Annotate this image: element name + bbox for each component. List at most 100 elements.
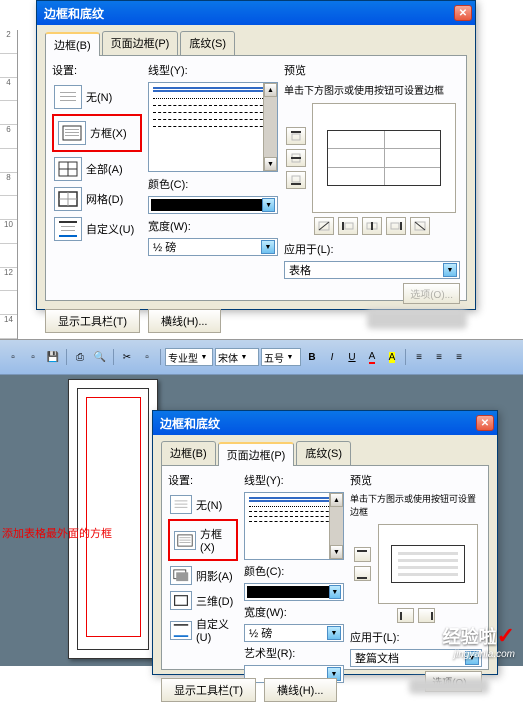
show-toolbar-button[interactable]: 显示工具栏(T)	[45, 309, 140, 333]
vertical-ruler: 24 68 1012 14	[0, 30, 18, 339]
font-color-button[interactable]: A	[363, 348, 381, 366]
combo-dropdown-icon[interactable]: ▼	[443, 263, 457, 277]
tab-page-borders[interactable]: 页面边框(P)	[102, 31, 179, 55]
color-swatch	[247, 586, 329, 598]
combo-dropdown-icon[interactable]: ▼	[262, 198, 275, 212]
border-top-button[interactable]	[286, 127, 306, 145]
horizontal-line-button[interactable]: 横线(H)...	[264, 678, 336, 702]
color-combo[interactable]: ▼	[244, 583, 344, 601]
preview-diagram[interactable]	[312, 103, 456, 213]
color-label: 颜色(C):	[244, 563, 344, 579]
scrollbar[interactable]: ▲ ▼	[263, 83, 277, 171]
linetype-listbox[interactable]: ▲ ▼	[244, 492, 344, 560]
horizontal-line-button[interactable]: 横线(H)...	[148, 309, 220, 333]
tab-shading[interactable]: 底纹(S)	[296, 441, 351, 465]
tb-print-icon[interactable]: ⎙	[71, 348, 89, 366]
border-right-button[interactable]	[386, 217, 406, 235]
dialog-title: 边框和底纹	[156, 415, 476, 432]
align-center-icon[interactable]: ≡	[430, 348, 448, 366]
tb-preview-icon[interactable]: 🔍	[91, 348, 109, 366]
scroll-down[interactable]: ▼	[330, 545, 343, 559]
blurred-area	[409, 678, 489, 694]
scroll-up[interactable]: ▲	[264, 83, 277, 97]
border-vmid-button[interactable]	[362, 217, 382, 235]
tb-open-icon[interactable]: ▫	[24, 348, 42, 366]
show-toolbar-button[interactable]: 显示工具栏(T)	[161, 678, 256, 702]
color-label: 颜色(C):	[148, 176, 278, 192]
color-combo[interactable]: ▼	[148, 196, 278, 214]
titlebar[interactable]: 边框和底纹 ✕	[153, 411, 497, 435]
custom-icon	[170, 621, 192, 640]
scroll-up[interactable]: ▲	[330, 493, 343, 507]
highlight-button[interactable]: A	[383, 348, 401, 366]
setting-none[interactable]: 无(N)	[52, 82, 142, 112]
tb-copy-icon[interactable]: ▫	[138, 348, 156, 366]
setting-custom[interactable]: 自定义(U)	[168, 613, 238, 647]
apply-combo[interactable]: 表格 ▼	[284, 261, 460, 279]
box-icon	[58, 121, 86, 145]
width-combo[interactable]: ½ 磅 ▼	[244, 624, 344, 642]
width-label: 宽度(W):	[148, 218, 278, 234]
tab-borders[interactable]: 边框(B)	[45, 32, 100, 56]
align-right-icon[interactable]: ≡	[450, 348, 468, 366]
border-hmid-button[interactable]	[286, 149, 306, 167]
tab-borders[interactable]: 边框(B)	[161, 441, 216, 465]
border-bottom-button[interactable]	[354, 566, 371, 581]
border-diag2-button[interactable]	[410, 217, 430, 235]
setting-box[interactable]: 方框(X)	[172, 523, 234, 557]
tb-new-icon[interactable]: ▫	[4, 348, 22, 366]
bold-button[interactable]: B	[303, 348, 321, 366]
setting-box[interactable]: 方框(X)	[56, 118, 138, 148]
apply-label: 应用于(L):	[284, 241, 460, 257]
scroll-down[interactable]: ▼	[264, 157, 277, 171]
settings-label: 设置:	[168, 472, 238, 488]
dialog-title: 边框和底纹	[40, 5, 454, 22]
threed-icon	[170, 591, 192, 610]
width-combo[interactable]: ½ 磅 ▼	[148, 238, 278, 256]
blurred-area	[367, 309, 467, 329]
setting-custom[interactable]: 自定义(U)	[52, 214, 142, 244]
options-button: 选项(O)...	[403, 283, 460, 304]
titlebar[interactable]: 边框和底纹 ✕	[37, 1, 475, 25]
italic-button[interactable]: I	[323, 348, 341, 366]
setting-3d[interactable]: 三维(D)	[168, 588, 238, 613]
tb-save-icon[interactable]: 💾	[44, 348, 62, 366]
combo-dropdown-icon[interactable]: ▼	[261, 240, 275, 254]
setting-all[interactable]: 全部(A)	[52, 154, 142, 184]
border-top-button[interactable]	[354, 547, 371, 562]
font-combo[interactable]: 宋体▼	[215, 348, 259, 366]
border-right-button[interactable]	[418, 608, 435, 623]
shadow-icon	[170, 566, 192, 585]
border-left-button[interactable]	[397, 608, 414, 623]
scrollbar[interactable]: ▲ ▼	[329, 493, 343, 559]
underline-button[interactable]: U	[343, 348, 361, 366]
watermark-url: jingyanla.com	[443, 649, 515, 660]
setting-shadow[interactable]: 阴影(A)	[168, 563, 238, 588]
annotation-outline	[86, 397, 141, 637]
highlight-box: 方框(X)	[52, 114, 142, 152]
tb-cut-icon[interactable]: ✂	[118, 348, 136, 366]
close-button[interactable]: ✕	[454, 5, 472, 21]
setting-none[interactable]: 无(N)	[168, 492, 238, 517]
tab-row: 边框(B) 页面边框(P) 底纹(S)	[37, 25, 475, 55]
close-button[interactable]: ✕	[476, 415, 494, 431]
linetype-listbox[interactable]: ▲ ▼	[148, 82, 278, 172]
size-combo[interactable]: 五号▼	[261, 348, 301, 366]
border-bottom-button[interactable]	[286, 171, 306, 189]
combo-dropdown-icon[interactable]: ▼	[329, 585, 341, 599]
all-icon	[54, 157, 82, 181]
annotation-text: 添加表格最外面的方框	[2, 525, 132, 541]
tab-page-borders[interactable]: 页面边框(P)	[218, 442, 295, 466]
tab-shading[interactable]: 底纹(S)	[180, 31, 235, 55]
combo-dropdown-icon[interactable]: ▼	[327, 626, 341, 640]
setting-grid[interactable]: 网格(D)	[52, 184, 142, 214]
style-combo[interactable]: 专业型▼	[165, 348, 213, 366]
border-left-button[interactable]	[338, 217, 358, 235]
align-left-icon[interactable]: ≡	[410, 348, 428, 366]
preview-label: 预览	[284, 62, 460, 78]
preview-diagram[interactable]	[378, 524, 478, 604]
border-diag1-button[interactable]	[314, 217, 334, 235]
borders-shading-dialog: 边框和底纹 ✕ 边框(B) 页面边框(P) 底纹(S) 设置: 无(N)	[36, 0, 476, 310]
preview-label: 预览	[350, 472, 482, 488]
box-icon	[174, 531, 196, 550]
